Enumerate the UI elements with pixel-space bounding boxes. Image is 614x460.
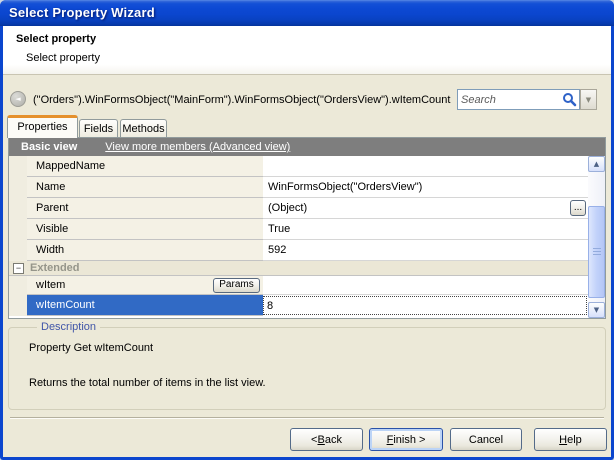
property-row-witemcount-selected[interactable]: wItemCount 8: [9, 295, 588, 316]
group-label: Extended: [30, 262, 80, 274]
property-row-witem[interactable]: wItem Params: [9, 276, 588, 295]
search-input[interactable]: [458, 91, 562, 108]
help-button[interactable]: Help: [534, 428, 607, 451]
search-icon[interactable]: [562, 92, 577, 107]
property-value-cell: True: [263, 219, 588, 240]
property-value-cell: [263, 156, 588, 177]
window-title: Select Property Wizard: [9, 5, 155, 20]
page-subtitle: Select property: [26, 52, 100, 64]
property-row-mappedname[interactable]: MappedName: [9, 156, 588, 177]
wizard-header: Select property Select property: [3, 26, 611, 75]
arrow-up-icon: ▲: [594, 160, 599, 168]
view-mode-label: Basic view: [21, 141, 77, 153]
property-value-cell: 592: [263, 240, 588, 261]
back-navigation-button[interactable]: ◄: [10, 91, 26, 107]
properties-panel: Basic view View more members (Advanced v…: [8, 137, 606, 319]
page-title: Select property: [16, 33, 96, 45]
search-options-dropdown[interactable]: ▼: [580, 89, 597, 110]
description-groupbox: Description Property Get wItemCount Retu…: [8, 327, 606, 410]
title-bar[interactable]: Select Property Wizard: [0, 0, 614, 26]
row-gutter: [9, 177, 27, 198]
row-gutter: [9, 295, 27, 316]
row-gutter: [9, 240, 27, 261]
property-value-editor[interactable]: 8: [263, 296, 587, 315]
property-name-cell: Visible: [27, 219, 263, 240]
scroll-down-button[interactable]: ▼: [588, 302, 605, 318]
description-signature: Property Get wItemCount: [29, 342, 153, 354]
row-gutter: [9, 219, 27, 240]
scrollbar-thumb[interactable]: [588, 206, 605, 298]
tab-methods[interactable]: Methods: [120, 119, 167, 138]
tab-properties[interactable]: Properties: [7, 115, 78, 138]
button-separator: [10, 417, 604, 419]
property-name-cell: Parent: [27, 198, 263, 219]
select-property-wizard-dialog: Select Property Wizard Select property S…: [0, 0, 614, 460]
breadcrumb: ("Orders").WinFormsObject("MainForm").Wi…: [33, 94, 450, 106]
vertical-scrollbar[interactable]: ▲ ▼: [588, 156, 605, 318]
property-row-visible[interactable]: Visible True: [9, 219, 588, 240]
row-gutter: [9, 156, 27, 177]
scrollbar-grip-icon: [593, 248, 601, 256]
back-arrow-icon: ◄: [15, 96, 20, 103]
description-text: Returns the total number of items in the…: [29, 377, 266, 389]
description-caption: Description: [37, 321, 100, 333]
property-name-cell: wItem Params: [27, 276, 263, 295]
scroll-up-button[interactable]: ▲: [588, 156, 605, 172]
chevron-down-icon: ▼: [586, 96, 591, 104]
property-row-width[interactable]: Width 592: [9, 240, 588, 261]
property-value-cell: [263, 276, 588, 295]
property-value-text: (Object): [268, 202, 307, 214]
view-mode-bar: Basic view View more members (Advanced v…: [9, 138, 605, 156]
property-row-name[interactable]: Name WinFormsObject("OrdersView"): [9, 177, 588, 198]
dialog-client-area: Select property Select property ◄ ("Orde…: [3, 26, 611, 457]
row-gutter: [9, 276, 27, 295]
property-value-cell: (Object) ...: [263, 198, 588, 219]
property-value-cell: WinFormsObject("OrdersView"): [263, 177, 588, 198]
property-name-cell: Width: [27, 240, 263, 261]
row-gutter: [9, 198, 27, 219]
search-box[interactable]: [457, 89, 580, 110]
property-name-text: wItem: [36, 279, 65, 291]
cancel-button[interactable]: Cancel: [450, 428, 522, 451]
property-name-cell: Name: [27, 177, 263, 198]
finish-button[interactable]: Finish >: [369, 428, 443, 451]
ellipsis-button[interactable]: ...: [570, 200, 586, 216]
property-name-cell: MappedName: [27, 156, 263, 177]
property-row-parent[interactable]: Parent (Object) ...: [9, 198, 588, 219]
arrow-down-icon: ▼: [594, 306, 599, 314]
collapse-icon[interactable]: −: [13, 263, 24, 274]
tab-fields[interactable]: Fields: [79, 119, 118, 138]
group-row-extended[interactable]: − Extended: [9, 261, 588, 276]
back-button[interactable]: <Back: [290, 428, 363, 451]
property-name-cell: wItemCount: [27, 295, 263, 316]
advanced-view-link[interactable]: View more members (Advanced view): [105, 141, 290, 153]
params-button[interactable]: Params: [213, 278, 260, 293]
property-grid: MappedName Name WinFormsObject("OrdersVi…: [9, 156, 588, 318]
